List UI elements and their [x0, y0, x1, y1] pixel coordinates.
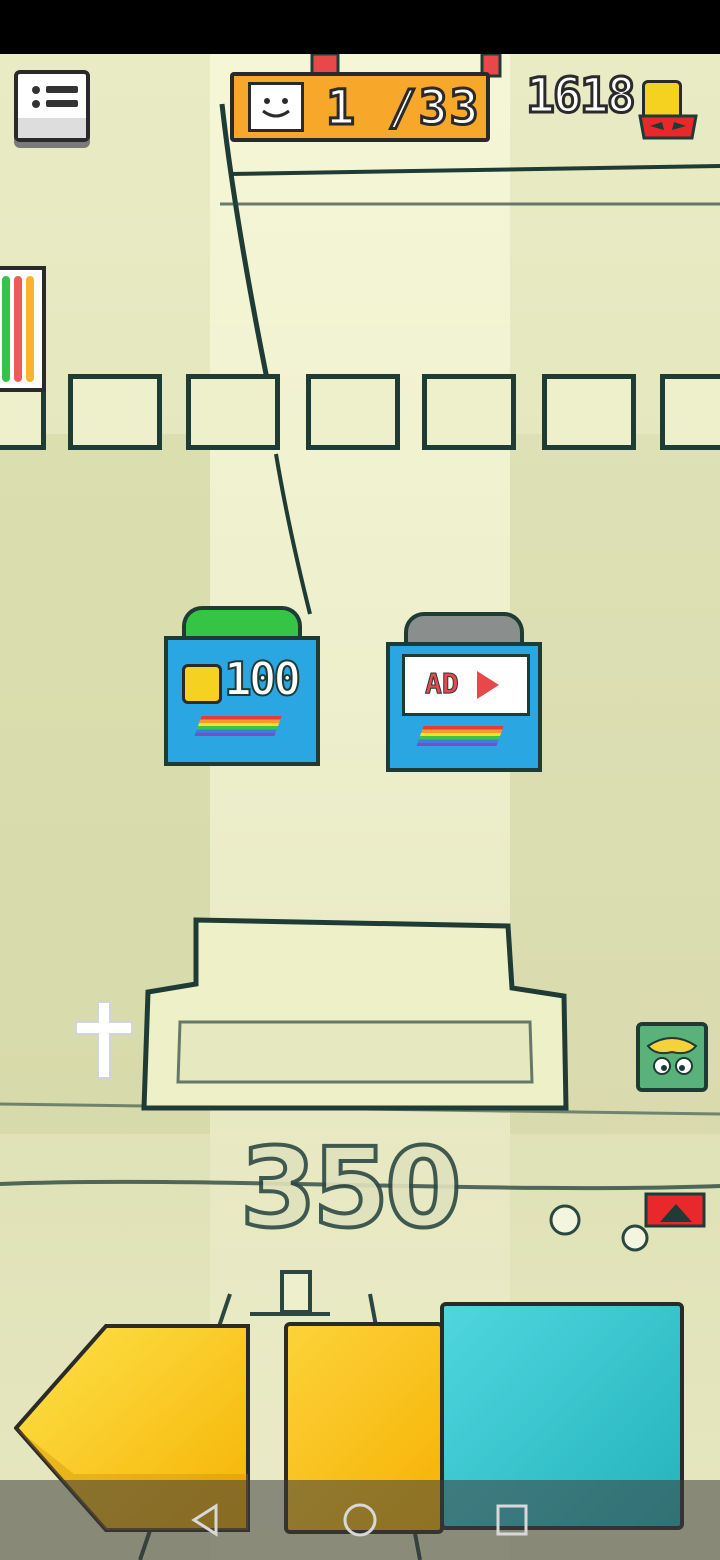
power-meter	[0, 266, 46, 392]
card-body: 100	[164, 636, 320, 766]
card-body: AD	[386, 642, 542, 772]
platform-tile	[186, 374, 280, 450]
film-ad-icon: AD	[402, 654, 530, 716]
meter-bar-green	[2, 276, 10, 382]
coin-purchase-card[interactable]: 100	[164, 606, 320, 766]
cross-grave-icon	[75, 1001, 133, 1079]
sofa	[141, 917, 569, 1111]
smiley-face-icon	[248, 82, 304, 132]
meter-bar-yellow	[26, 276, 34, 382]
rainbow-trail-icon	[194, 716, 282, 736]
recents-icon[interactable]	[492, 1500, 532, 1540]
critter-character	[636, 1022, 708, 1092]
coin-price: 100	[223, 651, 302, 707]
back-icon[interactable]	[186, 1500, 226, 1540]
list-icon	[46, 86, 78, 93]
platform-tile	[542, 374, 636, 450]
platform-tile	[660, 374, 720, 450]
menu-button[interactable]	[14, 70, 90, 142]
list-icon	[46, 100, 78, 107]
list-icon	[32, 100, 40, 108]
level-counter: 1 /33	[230, 72, 490, 142]
meter-bar-red	[14, 276, 22, 382]
play-icon	[477, 671, 499, 699]
red-mask-icon	[638, 114, 698, 140]
rainbow-trail-icon	[416, 726, 504, 746]
critter-face-icon	[646, 1037, 698, 1075]
platform-tile	[68, 374, 162, 450]
ad-label: AD	[425, 667, 460, 701]
coin-icon	[182, 664, 222, 704]
status-bar	[0, 0, 720, 54]
watch-ad-card[interactable]: AD	[386, 612, 542, 772]
level-text: 1 /33	[325, 79, 481, 138]
list-icon	[18, 118, 86, 138]
distance-score: 350	[238, 1122, 464, 1254]
coin-total: 1618	[525, 67, 638, 126]
home-icon[interactable]	[340, 1500, 380, 1540]
platform-tile	[422, 374, 516, 450]
platform-tile	[306, 374, 400, 450]
list-icon	[32, 86, 40, 94]
game-scene: 100 AD 350 1 /33 1618	[0, 54, 720, 1560]
system-nav-bar	[0, 1480, 720, 1560]
